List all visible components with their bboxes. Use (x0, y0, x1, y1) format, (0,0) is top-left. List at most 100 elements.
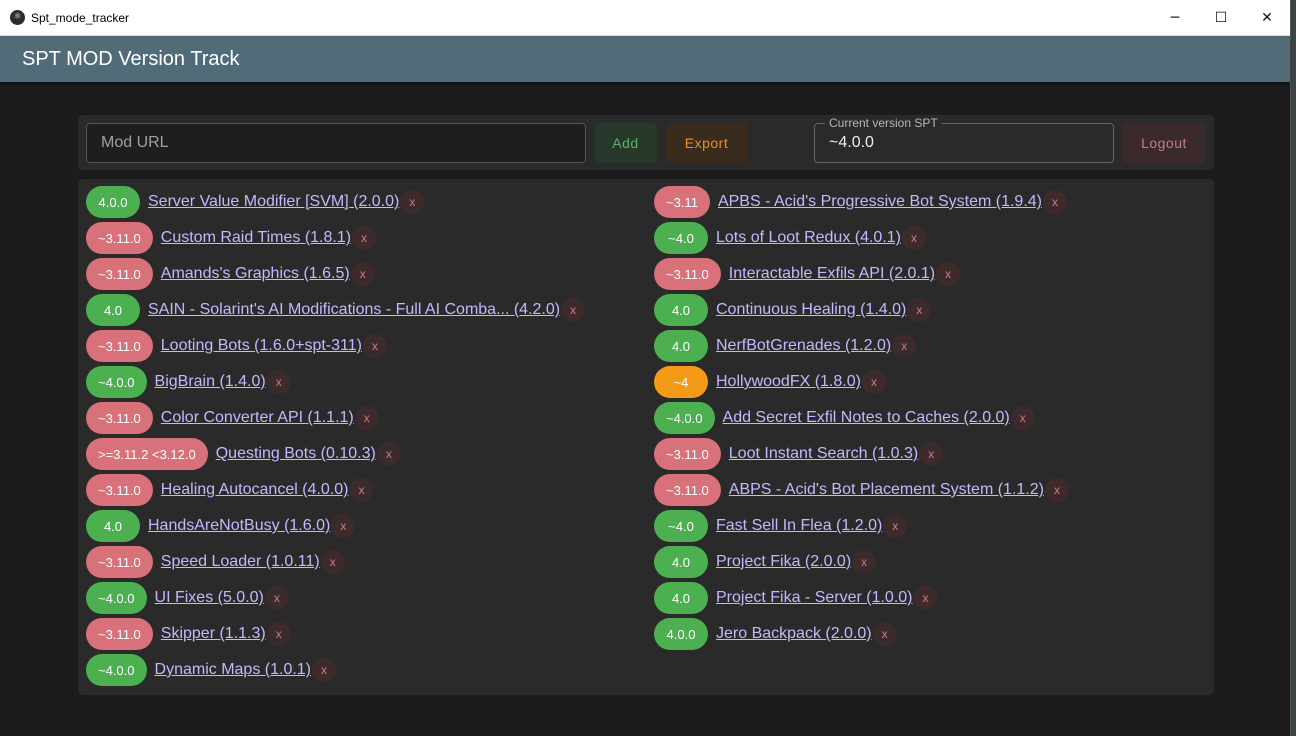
mod-row: 4.0.0 Server Value Modifier [SVM] (2.0.0)… (86, 184, 425, 220)
mod-row: ~3.11.0 Speed Loader (1.0.11) x (86, 544, 345, 580)
mod-link[interactable]: Project Fika - Server (1.0.0) (716, 589, 913, 607)
mod-link[interactable]: Questing Bots (0.10.3) (216, 445, 376, 463)
mod-link[interactable]: Amands's Graphics (1.6.5) (161, 265, 350, 283)
version-badge: ~3.11 (654, 186, 710, 218)
mod-link[interactable]: Interactable Exfils API (2.0.1) (729, 265, 935, 283)
window-title: Spt_mode_tracker (31, 10, 130, 25)
mod-link[interactable]: BigBrain (1.4.0) (155, 373, 266, 391)
mod-link[interactable]: Looting Bots (1.6.0+spt-311) (161, 337, 362, 355)
electron-icon: ⚛ (10, 10, 25, 25)
version-badge: ~3.11.0 (86, 222, 153, 254)
app-window: ⚛ Spt_mode_tracker ─ ☐ ✕ SPT MOD Version… (0, 0, 1291, 736)
remove-mod-button[interactable]: x (349, 478, 374, 502)
mod-row: ~3.11.0 Loot Instant Search (1.0.3) x (654, 436, 944, 472)
mod-link[interactable]: HandsAreNotBusy (1.6.0) (148, 517, 330, 535)
remove-mod-button[interactable]: x (362, 334, 387, 358)
version-badge: 4.0 (86, 510, 140, 542)
export-button[interactable]: Export (666, 123, 747, 163)
version-badge: ~3.11.0 (86, 330, 153, 362)
mod-row: ~3.11.0 Interactable Exfils API (2.0.1) x (654, 256, 961, 292)
minimize-button[interactable]: ─ (1152, 0, 1198, 35)
remove-mod-button[interactable]: x (376, 442, 401, 466)
title-bar: ⚛ Spt_mode_tracker ─ ☐ ✕ (0, 0, 1290, 36)
mod-link[interactable]: Healing Autocancel (4.0.0) (161, 481, 349, 499)
mod-row: ~4 HollywoodFX (1.8.0) x (654, 364, 886, 400)
mod-link[interactable]: Continuous Healing (1.4.0) (716, 301, 906, 319)
mod-link[interactable]: Dynamic Maps (1.0.1) (155, 661, 312, 679)
version-badge: 4.0 (654, 582, 708, 614)
remove-mod-button[interactable]: x (312, 658, 337, 682)
remove-mod-button[interactable]: x (1044, 478, 1069, 502)
remove-mod-button[interactable]: x (1010, 406, 1035, 430)
mod-link[interactable]: Color Converter API (1.1.1) (161, 409, 354, 427)
spt-version-label: Current version SPT (825, 116, 942, 130)
remove-mod-button[interactable]: x (266, 622, 291, 646)
mod-row: 4.0 Project Fika - Server (1.0.0) x (654, 580, 938, 616)
page-title: SPT MOD Version Track (22, 47, 240, 70)
remove-mod-button[interactable]: x (883, 514, 908, 538)
spt-version-value[interactable]: ~4.0.0 (829, 134, 874, 152)
mod-link[interactable]: APBS - Acid's Progressive Bot System (1.… (718, 193, 1042, 211)
remove-mod-button[interactable]: x (902, 226, 926, 250)
mod-row: ~3.11.0 Skipper (1.1.3) x (86, 616, 291, 652)
remove-mod-button[interactable]: x (907, 298, 932, 322)
remove-mod-button[interactable]: x (861, 370, 886, 394)
remove-mod-button[interactable]: x (264, 586, 289, 610)
mod-link[interactable]: Server Value Modifier [SVM] (2.0.0) (148, 193, 399, 211)
logout-button[interactable]: Logout (1122, 123, 1206, 163)
remove-mod-button[interactable]: x (320, 550, 345, 574)
mod-link[interactable]: UI Fixes (5.0.0) (155, 589, 264, 607)
mod-link[interactable]: Fast Sell In Flea (1.2.0) (716, 517, 882, 535)
mod-link[interactable]: Speed Loader (1.0.11) (161, 553, 320, 571)
version-badge: ~3.11.0 (86, 474, 153, 506)
version-badge: ~4.0 (654, 510, 708, 542)
remove-mod-button[interactable]: x (852, 550, 877, 574)
mod-link[interactable]: Loot Instant Search (1.0.3) (729, 445, 918, 463)
remove-mod-button[interactable]: x (266, 370, 291, 394)
remove-mod-button[interactable]: x (1043, 190, 1067, 214)
mod-url-input[interactable] (86, 123, 586, 163)
version-badge: 4.0 (86, 294, 140, 326)
close-button[interactable]: ✕ (1244, 0, 1290, 35)
mod-link[interactable]: Lots of Loot Redux (4.0.1) (716, 229, 901, 247)
window-controls: ─ ☐ ✕ (1152, 0, 1290, 35)
mod-row: ~4.0.0 UI Fixes (5.0.0) x (86, 580, 289, 616)
version-badge: ~3.11.0 (654, 438, 721, 470)
version-badge: ~4 (654, 366, 708, 398)
mod-row: ~4.0 Lots of Loot Redux (4.0.1) x (654, 220, 926, 256)
maximize-button[interactable]: ☐ (1198, 0, 1244, 35)
mod-link[interactable]: ABPS - Acid's Bot Placement System (1.1.… (729, 481, 1044, 499)
mod-link[interactable]: HollywoodFX (1.8.0) (716, 373, 861, 391)
app-header: SPT MOD Version Track (0, 36, 1290, 82)
remove-mod-button[interactable]: x (936, 262, 961, 286)
remove-mod-button[interactable]: x (913, 586, 938, 610)
mod-row: 4.0 Continuous Healing (1.4.0) x (654, 292, 932, 328)
version-badge: ~3.11.0 (86, 258, 153, 290)
remove-mod-button[interactable]: x (350, 262, 375, 286)
mod-link[interactable]: Custom Raid Times (1.8.1) (161, 229, 351, 247)
remove-mod-button[interactable]: x (919, 442, 944, 466)
version-badge: 4.0.0 (654, 618, 708, 650)
mod-row: ~3.11.0 Amands's Graphics (1.6.5) x (86, 256, 375, 292)
remove-mod-button[interactable]: x (354, 406, 379, 430)
remove-mod-button[interactable]: x (892, 334, 917, 358)
add-button[interactable]: Add (594, 123, 657, 163)
spt-version-field[interactable]: Current version SPT ~4.0.0 (814, 116, 1114, 163)
mod-link[interactable]: Project Fika (2.0.0) (716, 553, 851, 571)
remove-mod-button[interactable]: x (561, 298, 586, 322)
remove-mod-button[interactable]: x (872, 622, 897, 646)
mod-link[interactable]: Jero Backpack (2.0.0) (716, 625, 872, 643)
mod-link[interactable]: Add Secret Exfil Notes to Caches (2.0.0) (723, 409, 1010, 427)
version-badge: ~3.11.0 (86, 546, 153, 578)
version-badge: >=3.11.2 <3.12.0 (86, 438, 208, 470)
toolbar: Add Export Current version SPT ~4.0.0 Lo… (78, 115, 1214, 170)
version-badge: ~3.11.0 (654, 258, 721, 290)
version-badge: ~4.0.0 (86, 654, 147, 686)
mod-link[interactable]: SAIN - Solarint's AI Modifications - Ful… (148, 301, 560, 319)
remove-mod-button[interactable]: x (331, 514, 356, 538)
mod-link[interactable]: NerfBotGrenades (1.2.0) (716, 337, 891, 355)
mod-row: 4.0 NerfBotGrenades (1.2.0) x (654, 328, 917, 364)
mod-link[interactable]: Skipper (1.1.3) (161, 625, 266, 643)
remove-mod-button[interactable]: x (352, 226, 377, 250)
remove-mod-button[interactable]: x (400, 190, 425, 214)
